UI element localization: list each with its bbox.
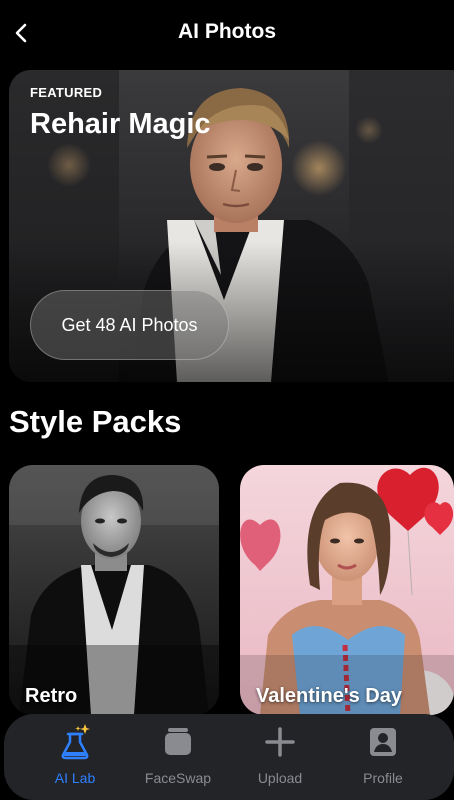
featured-badge: FEATURED [30, 85, 103, 100]
style-pack-card-valentines-day[interactable]: Valentine's Day [240, 465, 454, 715]
featured-title: Rehair Magic [30, 108, 211, 140]
bottom-navigation: AI Lab FaceSwap Upload Profile [4, 714, 454, 800]
nav-item-upload[interactable]: Upload [230, 724, 330, 794]
style-pack-card-retro[interactable]: Retro [9, 465, 219, 715]
nav-label-ai-lab: AI Lab [54, 770, 96, 786]
plus-icon [263, 724, 297, 760]
flask-sparkle-icon [58, 724, 92, 760]
stack-icon [161, 724, 195, 760]
nav-label-upload: Upload [257, 770, 303, 786]
nav-label-faceswap: FaceSwap [144, 770, 212, 786]
get-ai-photos-button[interactable]: Get 48 AI Photos [30, 290, 229, 360]
section-title: Style Packs [9, 404, 182, 439]
featured-banner[interactable]: FEATURED Rehair Magic Get 48 AI Photos [9, 70, 454, 382]
person-icon [366, 724, 400, 760]
nav-item-faceswap[interactable]: FaceSwap [128, 724, 228, 794]
card-label-retro: Retro [25, 685, 78, 707]
nav-item-ai-lab[interactable]: AI Lab [25, 724, 125, 794]
retro-image [9, 465, 219, 715]
nav-item-profile[interactable]: Profile [333, 724, 433, 794]
app-header: AI Photos [0, 0, 454, 66]
nav-label-profile: Profile [363, 770, 403, 786]
card-label-valentines-day: Valentine's Day [256, 685, 402, 707]
valentines-day-image [240, 465, 454, 715]
page-title: AI Photos [178, 20, 276, 43]
